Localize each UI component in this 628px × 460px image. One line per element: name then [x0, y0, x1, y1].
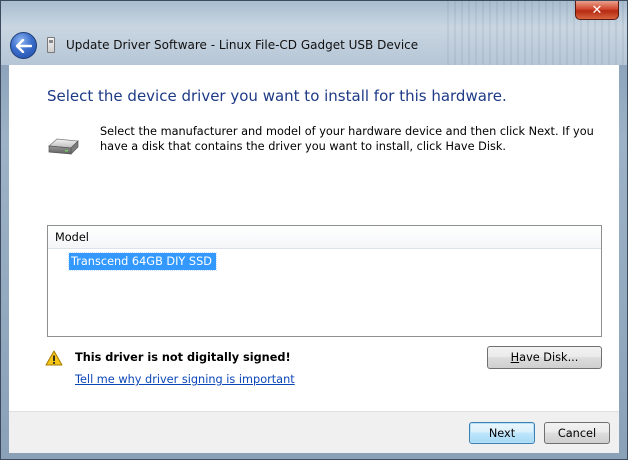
hard-drive-icon: [48, 138, 79, 155]
back-arrow-icon: [15, 38, 32, 53]
cancel-button[interactable]: Cancel: [544, 422, 610, 444]
warning-triangle-icon: [45, 350, 63, 366]
model-column-header[interactable]: Model: [48, 226, 601, 249]
close-icon: ✕: [591, 2, 603, 18]
have-disk-button[interactable]: Have Disk...: [487, 346, 602, 369]
page-heading: Select the device driver you want to ins…: [47, 87, 507, 105]
unsigned-driver-warning: This driver is not digitally signed!: [75, 351, 291, 364]
back-button[interactable]: [10, 32, 37, 59]
content-area: Select the device driver you want to ins…: [9, 65, 619, 411]
have-disk-mnemonic: H: [510, 351, 520, 364]
button-bar: Next Cancel: [9, 411, 619, 453]
model-list-item[interactable]: Transcend 64GB DIY SSD: [68, 252, 217, 271]
instructions-text: Select the manufacturer and model of you…: [100, 125, 594, 153]
close-button[interactable]: ✕: [575, 1, 619, 20]
title-bar[interactable]: [1, 1, 627, 65]
driver-signing-link[interactable]: Tell me why driver signing is important: [75, 373, 295, 386]
device-manager-icon: [47, 37, 55, 53]
model-column-label: Model: [55, 231, 89, 244]
update-driver-window: ✕ Update Driver Software - Linux File-CD…: [0, 0, 628, 460]
model-list[interactable]: Model Transcend 64GB DIY SSD: [47, 225, 602, 337]
window-title: Update Driver Software - Linux File-CD G…: [66, 38, 419, 52]
next-button[interactable]: Next: [469, 422, 535, 444]
have-disk-label: ave Disk...: [519, 351, 579, 364]
